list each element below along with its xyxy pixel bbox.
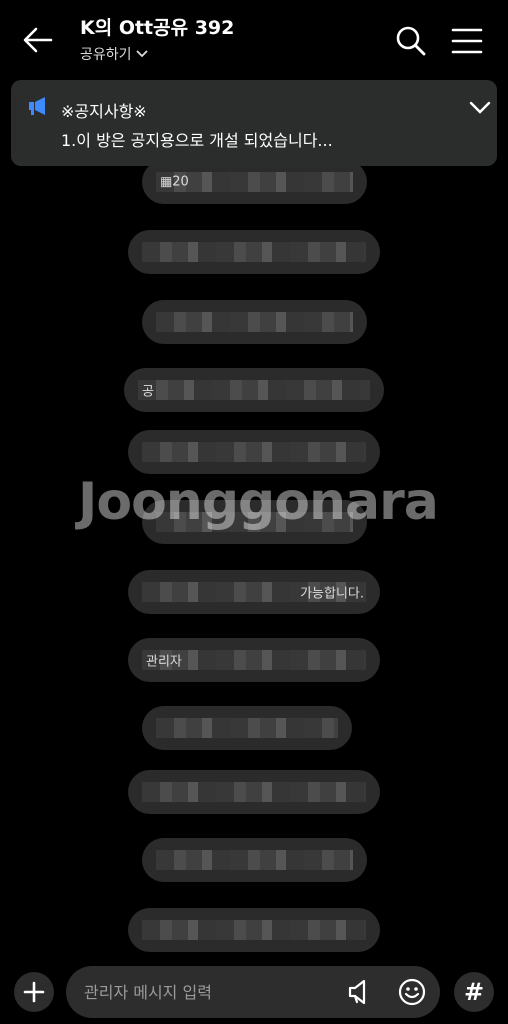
message-list[interactable]: ▦20 공 가능합니다. 관리자	[0, 150, 508, 960]
announce-button[interactable]	[344, 976, 376, 1008]
hashtag-button[interactable]: #	[454, 972, 494, 1012]
hamburger-menu-icon	[451, 28, 483, 54]
message-bubble[interactable]: 가능합니다.	[128, 570, 380, 614]
blurred-content	[142, 242, 366, 262]
menu-button[interactable]	[448, 24, 486, 58]
blurred-content	[156, 312, 353, 332]
message-bubble[interactable]: 공	[124, 368, 384, 412]
attach-button[interactable]	[14, 972, 54, 1012]
chevron-down-icon	[135, 50, 148, 58]
composer-bar: #	[0, 962, 508, 1024]
blurred-content	[142, 442, 366, 462]
message-text: 가능합니다.	[300, 586, 364, 602]
notice-label: ※공지사항※	[61, 102, 147, 121]
message-text: ▦20	[160, 174, 189, 190]
message-bubble[interactable]	[142, 838, 367, 882]
share-button[interactable]: 공유하기	[80, 44, 234, 64]
message-input-container	[66, 966, 440, 1018]
message-bubble[interactable]	[128, 430, 380, 474]
back-button[interactable]	[18, 22, 58, 58]
search-icon	[396, 26, 426, 56]
blurred-content	[142, 782, 366, 802]
blurred-content	[156, 718, 338, 738]
message-bubble[interactable]	[128, 770, 380, 814]
message-input[interactable]	[84, 966, 344, 1018]
watermark: Joonggonara	[78, 472, 439, 532]
emoji-button[interactable]	[396, 976, 428, 1008]
search-button[interactable]	[394, 24, 428, 58]
message-bubble[interactable]: 관리자	[128, 638, 380, 682]
blurred-content	[156, 850, 353, 870]
message-bubble[interactable]	[142, 300, 367, 344]
notice-text: 1.이 방은 공지용으로 개설 되었습니다...	[61, 131, 333, 150]
chat-title: K의 Ott공유 392	[80, 17, 235, 39]
arrow-left-icon	[23, 27, 53, 53]
message-bubble[interactable]	[142, 706, 352, 750]
emoji-icon	[398, 978, 426, 1006]
message-bubble[interactable]	[128, 908, 380, 952]
message-bubble[interactable]: ▦20	[142, 160, 367, 204]
chat-header: K의 Ott공유 392 공유하기	[0, 0, 508, 78]
message-text: 공	[142, 384, 154, 400]
megaphone-icon	[29, 97, 45, 115]
speaker-icon	[348, 979, 366, 1005]
chevron-down-icon[interactable]	[467, 98, 493, 118]
chat-title-area: K의 Ott공유 392 공유하기	[80, 16, 234, 64]
share-label: 공유하기	[80, 47, 132, 63]
message-bubble[interactable]	[128, 230, 380, 274]
notice-banner[interactable]: ※공지사항※ 1.이 방은 공지용으로 개설 되었습니다...	[11, 80, 497, 166]
plus-icon	[23, 981, 45, 1003]
blurred-content	[142, 920, 366, 940]
message-text: 관리자	[146, 654, 182, 670]
